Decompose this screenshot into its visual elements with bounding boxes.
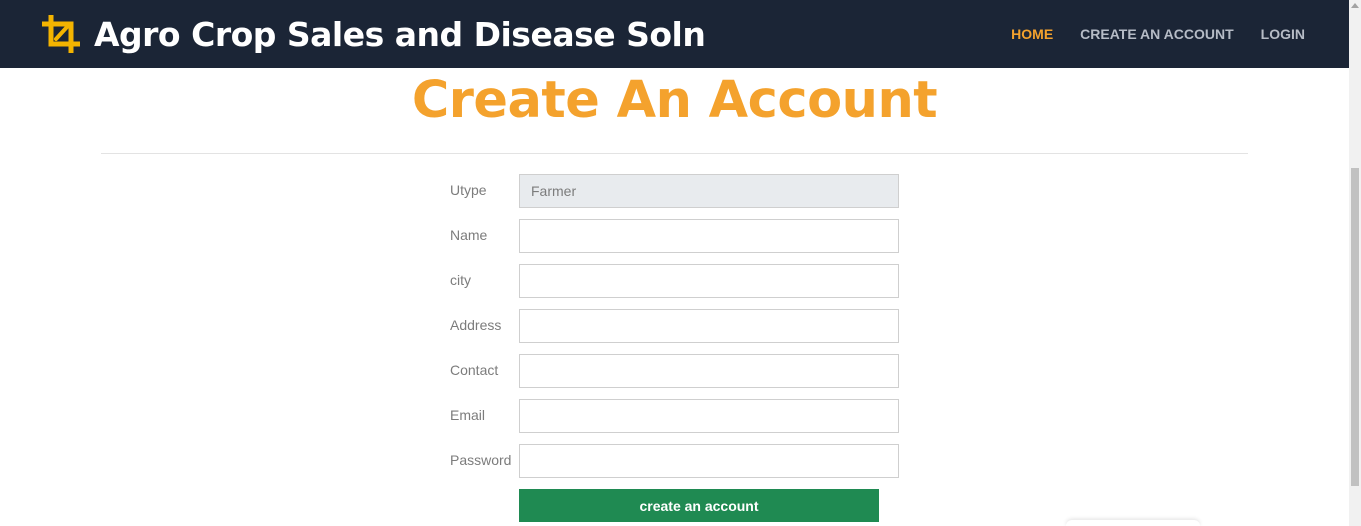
floating-widget-edge: [1066, 520, 1200, 526]
utype-label: Utype: [450, 182, 487, 198]
page-title: Create An Account: [411, 71, 938, 130]
password-field[interactable]: [519, 444, 899, 478]
vertical-scrollbar[interactable]: [1349, 0, 1361, 526]
navbar: Agro Crop Sales and Disease Soln HOME CR…: [0, 0, 1349, 68]
page: Agro Crop Sales and Disease Soln HOME CR…: [0, 0, 1361, 526]
contact-label: Contact: [450, 362, 499, 378]
create-account-button[interactable]: create an account: [519, 489, 879, 522]
nav-links: HOME CREATE AN ACCOUNT LOGIN: [984, 0, 1305, 68]
address-field[interactable]: [519, 309, 899, 343]
email-row: Email: [450, 399, 899, 433]
email-field[interactable]: [519, 399, 899, 433]
email-label: Email: [450, 407, 486, 423]
password-row: Password: [450, 444, 899, 478]
nav-home-link[interactable]: HOME: [1011, 26, 1053, 42]
utype-field[interactable]: [519, 174, 899, 208]
password-label: Password: [450, 452, 512, 468]
nav-create-account-link[interactable]: CREATE AN ACCOUNT: [1080, 26, 1233, 42]
address-label: Address: [450, 317, 502, 333]
city-field[interactable]: [519, 264, 899, 298]
name-field[interactable]: [519, 219, 899, 253]
brand[interactable]: Agro Crop Sales and Disease Soln: [41, 11, 706, 57]
contact-row: Contact: [450, 354, 899, 388]
scroll-up-arrow-icon[interactable]: [1351, 3, 1359, 8]
nav-login-link[interactable]: LOGIN: [1261, 26, 1305, 42]
address-row: Address: [450, 309, 899, 343]
brand-title: Agro Crop Sales and Disease Soln: [94, 14, 706, 54]
crop-icon: [41, 14, 81, 54]
divider: [101, 153, 1248, 154]
utype-row: Utype: [450, 174, 899, 208]
contact-field[interactable]: [519, 354, 899, 388]
name-row: Name: [450, 219, 899, 253]
name-label: Name: [450, 227, 488, 243]
city-row: city: [450, 264, 899, 298]
scroll-thumb[interactable]: [1351, 168, 1359, 486]
city-label: city: [450, 272, 471, 288]
